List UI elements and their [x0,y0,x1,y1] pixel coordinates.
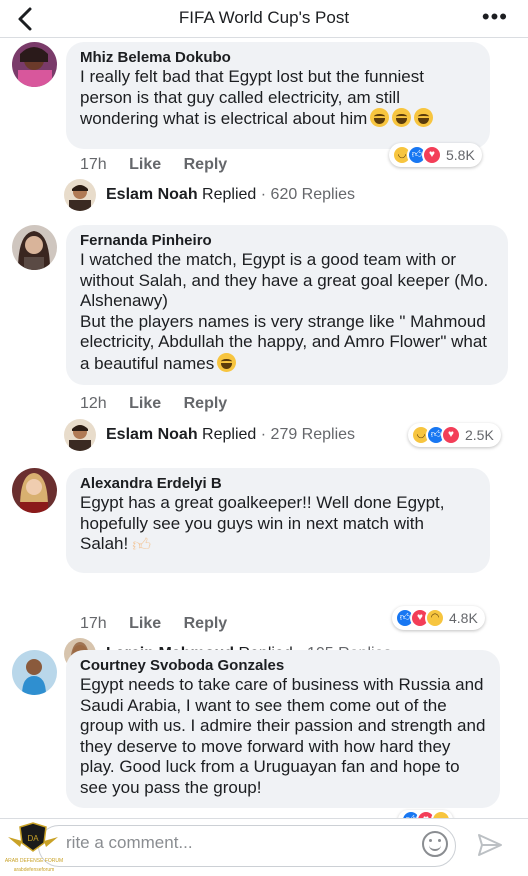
reactions-summary[interactable]: ◡ 👍︎ ♥ 2.5K [408,423,501,447]
reaction-count: 4.8K [449,610,478,626]
sad-icon: ◠ [425,608,445,628]
comment-bubble: Courtney Svoboda Gonzales Egypt needs to… [66,650,500,808]
comment-bubble: Mhiz Belema Dokubo I really felt bad tha… [66,42,490,149]
reply-author: Eslam Noah [106,426,198,443]
comment-bubble: Fernanda Pinheiro I watched the match, E… [66,225,508,385]
avatar[interactable] [12,42,57,87]
laughing-emoji-icon [392,108,412,127]
reactions-summary[interactable]: ◡ 👍︎ ♥ 5.8K [389,143,482,167]
send-icon[interactable] [476,831,504,859]
laughing-emoji-icon [414,108,434,127]
love-icon: ♥ [422,145,442,165]
timestamp: 17h [80,156,107,173]
comment-placeholder[interactable]: rite a comment... [66,833,193,853]
reply-button[interactable]: Reply [184,395,228,412]
commenter-name[interactable]: Courtney Svoboda Gonzales [80,657,486,675]
reactions-summary[interactable]: 👍︎ ♥ ◡ [398,810,453,818]
comment-text: Egypt needs to take care of business wit… [80,675,491,797]
like-button[interactable]: Like [129,395,161,412]
reaction-count: 5.8K [446,147,475,163]
reply-button[interactable]: Reply [184,615,228,632]
haha-icon: ◡ [431,810,451,818]
reactions-summary[interactable]: 👍︎ ♥ ◠ 4.8K [392,606,485,630]
thumbs-up-emoji-icon: 👍︎ [132,535,152,555]
comment-text: I watched the match, Egypt is a good tea… [80,250,489,373]
watermark-subtext: arabdefenseforum [13,867,55,873]
avatar[interactable] [12,650,57,695]
comment-meta: 12h Like Reply [80,395,245,413]
reply-count: · 620 Replies [260,186,356,203]
love-icon: ♥ [441,425,461,445]
svg-text:DA: DA [27,834,39,843]
watermark-text: ARAB DEFENSE FORUM [4,858,64,864]
emoji-picker-icon[interactable] [422,831,448,857]
comment-composer: rite a comment... DA ARAB DEFENSE FORUM … [0,818,528,876]
avatar [64,179,96,211]
like-button[interactable]: Like [129,615,161,632]
commenter-name[interactable]: Mhiz Belema Dokubo [80,49,476,67]
laughing-emoji-icon [217,352,237,372]
replied-label: Replied [202,426,257,443]
timestamp: 12h [80,395,107,412]
comment-bubble: Alexandra Erdelyi B Egypt has a great go… [66,468,490,573]
commenter-name[interactable]: Alexandra Erdelyi B [80,475,476,493]
reply-button[interactable]: Reply [184,156,228,173]
avatar [64,419,96,451]
reply-count: · 279 Replies [260,426,356,443]
page-title: FIFA World Cup's Post [178,8,350,27]
timestamp: 17h [80,615,107,632]
commenter-name[interactable]: Fernanda Pinheiro [80,232,494,250]
top-bar: FIFA World Cup's Post ••• [0,0,528,38]
more-options-icon[interactable]: ••• [482,6,508,28]
comment-meta: 17h Like Reply [80,615,245,633]
like-button[interactable]: Like [129,156,161,173]
avatar[interactable] [12,468,57,513]
comment-meta: 17h Like Reply [80,156,245,174]
replied-label: Replied [202,186,257,203]
avatar[interactable] [12,225,57,270]
laughing-emoji-icon [370,108,390,127]
reply-author: Eslam Noah [106,186,198,203]
comments-feed[interactable]: Mhiz Belema Dokubo I really felt bad tha… [0,38,528,818]
reaction-count: 2.5K [465,427,494,443]
